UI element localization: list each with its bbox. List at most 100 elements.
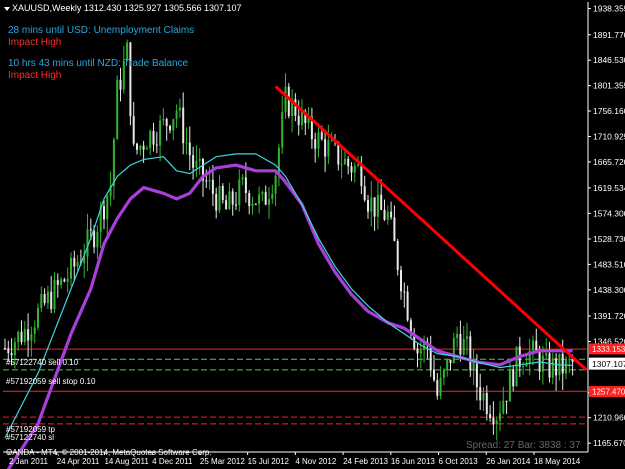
candle-body (10, 353, 13, 356)
candle-body (208, 179, 211, 182)
candle-body (482, 392, 485, 401)
candle-body (350, 166, 353, 173)
candle-body (367, 200, 369, 212)
price-tick-label: 1665.720 (593, 157, 625, 167)
candle-body (27, 329, 30, 341)
candle-body (13, 342, 16, 356)
candle-body (136, 143, 138, 150)
candle-body (271, 193, 274, 200)
news-impact-2: Impact High (8, 70, 62, 81)
candle-body (63, 279, 66, 282)
candle-body (258, 194, 261, 205)
candle-body (555, 358, 558, 376)
candle-body (400, 270, 402, 292)
candle-body (205, 180, 208, 182)
price-tick-label: 1438.300 (593, 285, 625, 295)
order-price-label: 1333.153 (592, 345, 625, 354)
candle-body (505, 400, 508, 402)
candle-body (37, 308, 39, 328)
order-price-label: 1257.470 (592, 388, 625, 397)
candle-body (446, 359, 449, 370)
candle-body (396, 241, 399, 271)
candle-body (301, 111, 303, 126)
candle-body (60, 279, 63, 285)
time-tick-label: 25 Mar 2012 (200, 457, 245, 466)
candle-body (532, 340, 534, 351)
price-chart[interactable]: 1938.355 1891.770 1846.530 1801.355 1756.160… (0, 0, 625, 469)
candle-body (106, 196, 109, 220)
candle-body (215, 193, 218, 211)
candle-body (192, 155, 195, 168)
candle-body (294, 99, 297, 116)
candle-body (363, 186, 366, 201)
candle-body (142, 145, 145, 150)
candle-body (175, 110, 178, 120)
candle-body (43, 293, 46, 304)
candle-body (103, 206, 105, 220)
candle-body (218, 185, 221, 211)
candle-body (281, 111, 284, 148)
candle-body (235, 204, 237, 206)
candle-body (86, 229, 89, 257)
candle-body (419, 350, 422, 354)
spread-bar-info: Spread: 27 Bar: 3838 : 37 (466, 440, 581, 451)
candle-body (324, 139, 327, 157)
candle-body (347, 158, 350, 167)
candle-body (145, 148, 148, 150)
candle-body (442, 369, 445, 378)
time-tick-label: 6 Oct 2013 (439, 457, 479, 466)
time-tick-label: 16 Jun 2013 (391, 457, 436, 466)
candle-body (370, 197, 373, 212)
candle-body (545, 353, 548, 356)
candle-body (116, 79, 119, 140)
candle-body (238, 179, 241, 205)
price-tick-label: 1619.534 (593, 183, 625, 193)
price-tick-label: 1891.770 (593, 30, 625, 40)
time-tick-label: 26 Jan 2014 (486, 457, 531, 466)
candle-body (33, 327, 36, 334)
candle-body (46, 291, 49, 304)
candle-body (4, 347, 6, 349)
candle-body (314, 139, 317, 149)
candle-body (376, 194, 379, 217)
candle-body (152, 130, 155, 145)
candle-body (403, 291, 406, 293)
price-tick-label: 1846.530 (593, 55, 625, 65)
price-tick-label: 1210.960 (593, 413, 625, 423)
candle-body (452, 338, 455, 364)
candle-body (373, 197, 376, 217)
time-tick-label: 2 Jan 2011 (9, 457, 49, 466)
time-tick-label: 4 Nov 2012 (295, 457, 336, 466)
candle-body (198, 158, 201, 161)
candle-body (284, 86, 287, 112)
candle-body (479, 387, 482, 401)
dropdown-arrow-icon[interactable] (4, 7, 10, 11)
candle-body (512, 369, 515, 387)
candle-body (485, 392, 488, 415)
candle-body (561, 353, 564, 374)
candle-body (499, 413, 501, 421)
time-tick-label: 24 Feb 2013 (343, 457, 388, 466)
candle-body (178, 107, 181, 111)
candle-body (439, 377, 442, 396)
price-tick-label: 1528.730 (593, 234, 625, 244)
candle-body (327, 140, 330, 157)
candle-body (548, 353, 551, 378)
candle-body (162, 119, 165, 121)
candle-body (7, 348, 10, 354)
price-tick-label: 1801.355 (593, 81, 625, 91)
news-impact-1: Impact High (8, 37, 62, 48)
copyright-text: OANDA - MT4, © 2001-2014, MetaQuotes Sof… (6, 448, 212, 457)
candle-body (211, 179, 214, 194)
candle-body (459, 333, 462, 355)
candle-body (535, 340, 538, 352)
candle-body (466, 336, 468, 339)
candle-body (541, 355, 544, 372)
candle-body (17, 331, 20, 343)
candle-body (449, 359, 452, 364)
candle-body (393, 217, 396, 242)
candle-body (489, 414, 492, 418)
candle-body (185, 142, 188, 144)
price-tick-label: 1483.510 (593, 259, 625, 269)
candle-body (195, 160, 198, 168)
